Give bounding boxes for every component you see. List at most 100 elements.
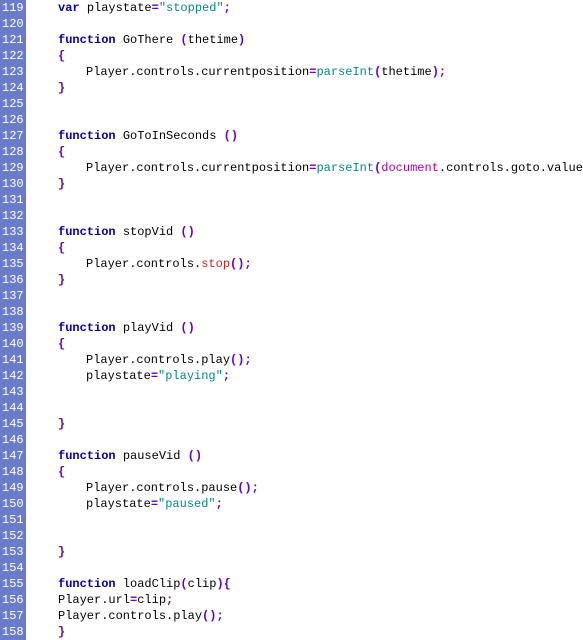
code-token: thetime [381,65,431,79]
line-number-gutter: 1191201211221231241251261271281291301311… [0,0,26,640]
line-number: 126 [2,112,22,128]
code-token: document [381,161,439,175]
line-number: 144 [2,400,22,416]
line-number: 146 [2,432,22,448]
code-token: GoToInSeconds [123,129,224,143]
code-line [30,512,583,528]
code-token: .controls.goto.value [439,161,583,175]
code-line: { [30,464,583,480]
code-token: ; [439,65,446,79]
code-token: ; [216,497,223,511]
code-token: stop [201,257,230,271]
code-token: loadClip [123,577,181,591]
line-number: 147 [2,448,22,464]
line-number: 154 [2,560,22,576]
line-number: 129 [2,160,22,176]
code-line [30,400,583,416]
code-line: function playVid () [30,320,583,336]
code-token: () [224,129,238,143]
code-token: () [237,481,251,495]
code-line [30,288,583,304]
line-number: 119 [2,0,22,16]
code-line: } [30,176,583,192]
code-token: ; [223,369,230,383]
code-token: Player.controls.play [58,609,202,623]
code-line [30,192,583,208]
code-token: function [58,225,123,239]
code-token: clip [137,593,166,607]
line-number: 135 [2,256,22,272]
code-line: } [30,416,583,432]
code-line: Player.controls.play(); [30,608,583,624]
line-number: 138 [2,304,22,320]
code-token: Player.controls.currentposition [86,161,309,175]
code-line [30,96,583,112]
line-number: 139 [2,320,22,336]
code-line: playstate="paused"; [30,496,583,512]
code-token: "stopped" [159,1,224,15]
code-token: playstate [87,1,152,15]
code-token: ; [244,353,251,367]
code-token: Player.url [58,593,130,607]
line-number: 153 [2,544,22,560]
code-token: = [152,1,159,15]
code-token: } [58,177,65,191]
code-line: } [30,80,583,96]
line-number: 151 [2,512,22,528]
line-number: 131 [2,192,22,208]
line-number: 133 [2,224,22,240]
code-token: function [58,33,123,47]
line-number: 121 [2,32,22,48]
code-line [30,112,583,128]
code-token: "paused" [158,497,216,511]
line-number: 122 [2,48,22,64]
code-token: } [58,417,65,431]
code-token: parseInt [316,161,374,175]
code-token: ) [238,33,245,47]
code-token: playVid [123,321,181,335]
line-number: 128 [2,144,22,160]
code-token: ( [180,577,187,591]
code-token: ) [432,65,439,79]
line-number: 127 [2,128,22,144]
line-number: 136 [2,272,22,288]
code-line: Player.controls.pause(); [30,480,583,496]
code-token: { [58,49,65,63]
line-number: 150 [2,496,22,512]
line-number: 125 [2,96,22,112]
code-token: function [58,449,123,463]
line-number: 124 [2,80,22,96]
code-token: = [151,369,158,383]
line-number: 149 [2,480,22,496]
code-line [30,528,583,544]
code-token: () [230,353,244,367]
code-line: function stopVid () [30,224,583,240]
code-token: } [58,81,65,95]
code-line: function GoToInSeconds () [30,128,583,144]
line-number: 157 [2,608,22,624]
code-token: ( [180,33,187,47]
line-number: 140 [2,336,22,352]
code-line: { [30,240,583,256]
line-number: 130 [2,176,22,192]
code-token: = [151,497,158,511]
code-token: { [58,145,65,159]
line-number: 156 [2,592,22,608]
code-token: } [58,545,65,559]
code-token: ; [166,593,173,607]
code-token: { [58,337,65,351]
line-number: 155 [2,576,22,592]
code-token: thetime [188,33,238,47]
code-line: var playstate="stopped"; [30,0,583,16]
code-line: function pauseVid () [30,448,583,464]
line-number: 137 [2,288,22,304]
code-token: Player.controls. [86,257,201,271]
code-token: parseInt [316,65,374,79]
line-number: 132 [2,208,22,224]
line-number: 143 [2,384,22,400]
code-token: GoThere [123,33,181,47]
code-area: var playstate="stopped"; function GoThere… [26,0,583,640]
code-line: } [30,624,583,640]
code-token: stopVid [123,225,181,239]
line-number: 120 [2,16,22,32]
